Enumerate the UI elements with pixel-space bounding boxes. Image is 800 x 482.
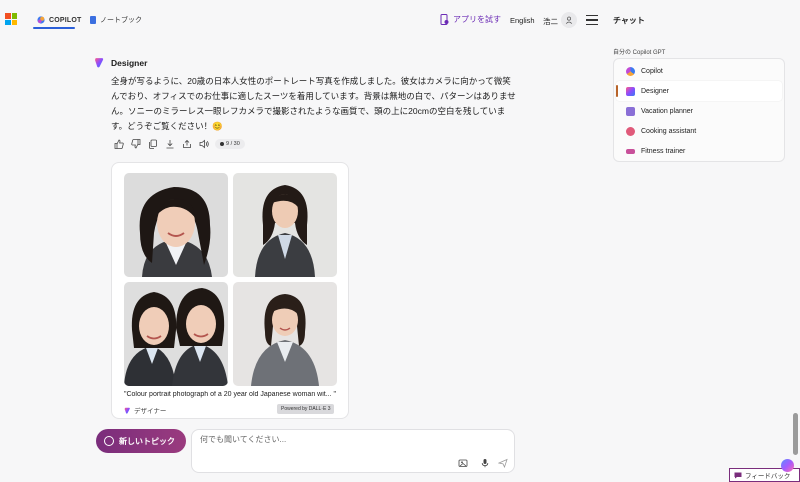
composer-box (191, 429, 515, 473)
speaker-icon[interactable] (198, 138, 209, 149)
user-name[interactable]: 浩二 (543, 16, 558, 27)
designer-icon (95, 58, 104, 68)
gpt-item-copilot[interactable]: Copilot (616, 61, 782, 81)
try-app-button[interactable]: アプリを試す (440, 14, 501, 25)
copy-icon[interactable] (147, 138, 158, 149)
generated-image-1[interactable] (124, 173, 228, 277)
gpt-item-label: Designer (641, 87, 670, 95)
share-icon[interactable] (181, 138, 192, 149)
try-app-label: アプリを試す (453, 15, 501, 24)
gpt-item-label: Copilot (641, 67, 663, 75)
generated-image-3[interactable] (124, 282, 228, 386)
gpt-section-label: 自分の Copilot GPT (613, 50, 666, 56)
new-topic-label: 新しいトピック (119, 436, 175, 446)
download-icon[interactable] (164, 138, 175, 149)
active-tab-indicator (33, 27, 75, 29)
message-author: Designer (111, 57, 148, 68)
cooking-pot-icon (626, 126, 635, 136)
dumbbell-icon (626, 148, 635, 154)
gpt-item-designer[interactable]: Designer (616, 81, 782, 101)
microphone-icon[interactable] (480, 458, 490, 468)
generated-image-2[interactable] (233, 173, 337, 277)
message-text: 全身が写るように、20歳の日本人女性のポートレート写真を作成しました。彼女はカメ… (111, 76, 516, 131)
tab-notebook[interactable]: ノートブック (90, 10, 142, 30)
microsoft-logo-icon[interactable] (5, 13, 17, 25)
avatar[interactable] (561, 12, 577, 28)
generated-images-card: "Colour portrait photograph of a 20 year… (111, 162, 349, 419)
new-chat-icon (104, 436, 114, 446)
powered-by-badge: Powered by DALL·E 3 (277, 404, 335, 414)
tab-label: ノートブック (100, 17, 142, 24)
gpt-item-label: Vacation planner (641, 107, 694, 115)
user-icon (565, 16, 573, 24)
response-counter: 9 / 30 (215, 138, 245, 149)
credit-label: デザイナー (134, 408, 167, 415)
language-switch[interactable]: English (510, 16, 535, 25)
thumbs-down-icon[interactable] (130, 138, 141, 149)
top-bar: COPILOT ノートブック アプリを試す English 浩二 (0, 0, 604, 40)
gpt-item-cooking-assistant[interactable]: Cooking assistant (616, 121, 782, 141)
gpt-item-fitness-trainer[interactable]: Fitness trainer (616, 141, 782, 161)
hamburger-menu-icon[interactable] (586, 15, 598, 25)
copilot-brain-icon[interactable] (781, 459, 794, 472)
designer-icon (124, 407, 130, 414)
message-actions: 9 / 30 (113, 138, 245, 149)
notebook-icon (90, 16, 96, 24)
counter-dot-icon (220, 141, 224, 146)
chat-sidebar: チャット 自分の Copilot GPT Copilot Designer Va… (604, 0, 800, 482)
chat-input[interactable] (200, 435, 500, 444)
sidebar-title: チャット (613, 16, 645, 25)
scrollbar-thumb[interactable] (793, 413, 798, 455)
suitcase-icon (626, 106, 635, 116)
gpt-item-vacation-planner[interactable]: Vacation planner (616, 101, 782, 121)
send-icon[interactable] (498, 458, 508, 468)
generated-image-4[interactable] (233, 282, 337, 386)
gpt-list: Copilot Designer Vacation planner Cookin… (613, 58, 785, 162)
designer-icon (626, 86, 635, 96)
phone-app-icon (440, 14, 449, 25)
tab-label: COPILOT (49, 16, 82, 24)
image-caption: "Colour portrait photograph of a 20 year… (124, 391, 336, 398)
feedback-icon (734, 472, 742, 478)
message-header: Designer (94, 57, 147, 68)
copilot-icon (626, 66, 635, 76)
thumbs-up-icon[interactable] (113, 138, 124, 149)
counter-text: 9 / 30 (226, 140, 240, 147)
new-topic-button[interactable]: 新しいトピック (96, 429, 186, 453)
gpt-item-label: Fitness trainer (641, 147, 686, 155)
feedback-label: フィードバック (745, 473, 791, 480)
copilot-icon (37, 16, 45, 24)
image-upload-icon[interactable] (458, 458, 468, 468)
image-credit: デザイナー (124, 405, 166, 415)
gpt-item-label: Cooking assistant (641, 127, 697, 135)
